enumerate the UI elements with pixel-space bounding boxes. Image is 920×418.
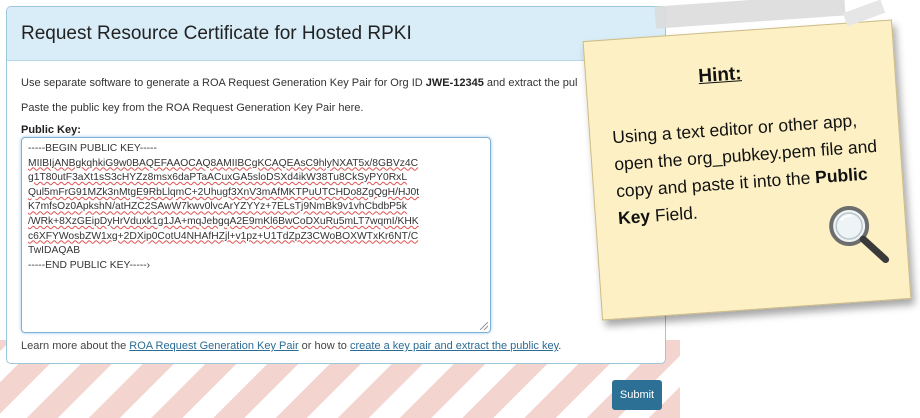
magnifier-icon: [829, 206, 890, 264]
learn-prefix: Learn more about the: [21, 340, 130, 352]
intro-text: Use separate software to generate a ROA …: [21, 77, 577, 89]
public-key-textarea[interactable]: -----BEGIN PUBLIC KEY----- MIIBIjANBgkqh…: [21, 137, 491, 333]
resize-handle[interactable]: [480, 322, 488, 330]
key-line: g1T80utF3aXt1sS3cHYZz8msx6daPTaACuxGA5sl…: [28, 172, 408, 184]
hint-body-suffix: Field.: [649, 202, 699, 226]
hint-body-prefix: Using a text editor or other app, open t…: [611, 110, 878, 202]
key-line: -----BEGIN PUBLIC KEY-----: [28, 143, 157, 154]
roa-key-pair-link[interactable]: ROA Request Generation Key Pair: [129, 340, 298, 352]
learn-suffix: .: [558, 340, 562, 352]
paste-instruction: Paste the public key from the ROA Reques…: [21, 102, 364, 114]
key-line: /WRk+8XzGEipDyHrVduxk1g1JA+mqJebgqA2E9mK…: [28, 215, 419, 227]
key-line: TwIDAQAB: [28, 245, 81, 257]
hint-sticky-note: Hint: Using a text editor or other app, …: [582, 19, 912, 321]
learn-more-text: Learn more about the ROA Request Generat…: [21, 340, 561, 352]
page-title: Request Resource Certificate for Hosted …: [21, 22, 412, 44]
key-line: c6XFYWosbZW1xg+2DXip0CotU4NHAfHZjl+v1pz+…: [28, 230, 419, 242]
intro-suffix: and extract the pul: [483, 77, 578, 89]
create-key-pair-link[interactable]: create a key pair and extract the public…: [350, 340, 558, 352]
key-line: -----END PUBLIC KEY-----›: [28, 259, 151, 271]
intro-prefix: Use separate software to generate a ROA …: [21, 77, 426, 89]
key-line: K7mfsOz0ApkshN/atHZC2SAwW7kwv0lvcArYZYYz…: [28, 201, 407, 213]
key-line: Qul5mFrG91MZk3nMtgE9RbLlqmC+2Uhugf3XnV3m…: [28, 186, 420, 198]
request-certificate-panel: Request Resource Certificate for Hosted …: [6, 6, 666, 364]
panel-header: Request Resource Certificate for Hosted …: [7, 7, 665, 61]
key-line: MIIBIjANBgkqhkiG9w0BAQEFAAOCAQ8AMIIBCgKC…: [28, 157, 419, 169]
public-key-label: Public Key:: [21, 124, 81, 136]
hint-title: Hint:: [697, 63, 743, 88]
learn-mid: or how to: [298, 340, 350, 352]
submit-button[interactable]: Submit: [612, 380, 662, 410]
org-id: JWE-12345: [425, 77, 484, 89]
